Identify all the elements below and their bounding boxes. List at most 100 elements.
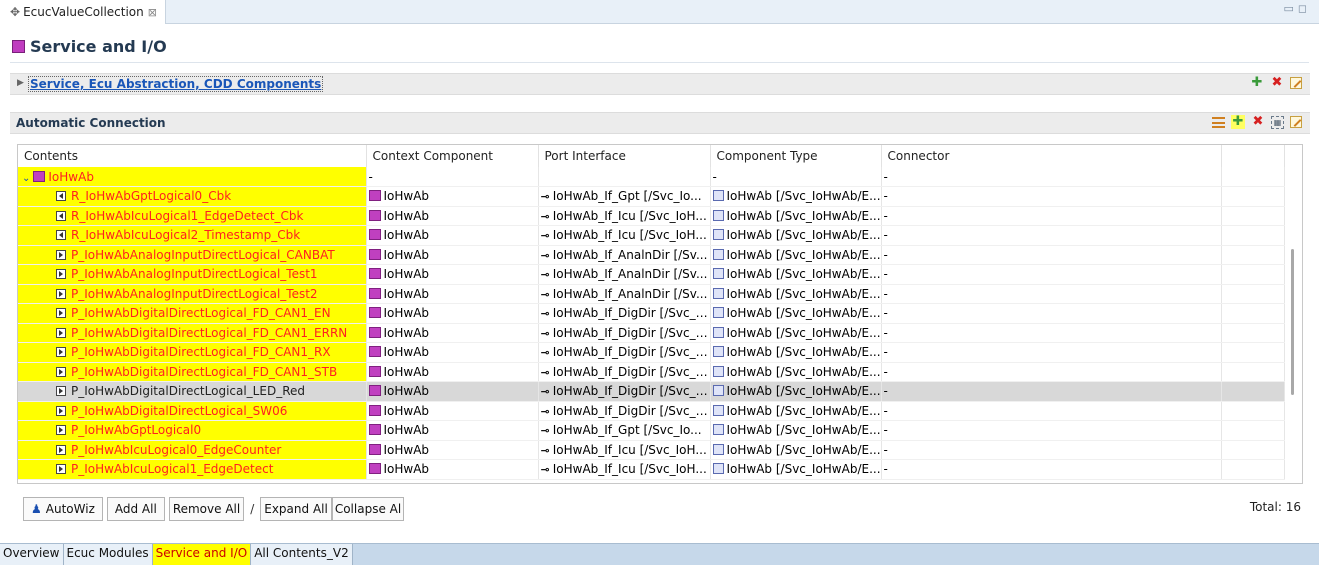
tree-root-cell[interactable]: ⌄ IoHwAb xyxy=(18,167,367,187)
table-row[interactable]: P_IoHwAbAnalogInputDirectLogical_CANBAT I… xyxy=(18,245,1285,265)
port-name-cell[interactable]: P_IoHwAbAnalogInputDirectLogical_CANBAT xyxy=(18,245,367,265)
table-row[interactable]: R_IoHwAbGptLogical0_Cbk IoHwAb ⊸ IoHwAb_If_… xyxy=(18,186,1285,207)
port-name-cell[interactable]: P_IoHwAbIcuLogical1_EdgeDetect xyxy=(18,459,367,480)
context-component-cell[interactable]: IoHwAb xyxy=(366,303,539,324)
components-section-bar[interactable]: ▶ Service, Ecu Abstraction, CDD Componen… xyxy=(10,73,1310,95)
port-name-cell[interactable]: P_IoHwAbAnalogInputDirectLogical_Test1 xyxy=(18,264,367,285)
connector-cell[interactable]: - xyxy=(881,420,1222,441)
port-name-cell[interactable]: R_IoHwAbGptLogical0_Cbk xyxy=(18,186,367,207)
component-type-cell[interactable]: IoHwAb [/Svc_IoHwAb/E... xyxy=(710,245,882,265)
vertical-scrollbar[interactable] xyxy=(1286,145,1300,483)
table-row[interactable]: P_IoHwAbDigitalDirectLogical_LED_Red IoHw… xyxy=(18,381,1285,402)
table-row[interactable]: P_IoHwAbAnalogInputDirectLogical_Test2 Io… xyxy=(18,284,1285,304)
component-type-cell[interactable]: IoHwAb [/Svc_IoHwAb/E... xyxy=(710,303,882,324)
list-icon[interactable] xyxy=(1212,116,1225,128)
page-tab-all-contents-v2[interactable]: All Contents_V2 xyxy=(251,544,353,565)
context-component-cell[interactable]: IoHwAb xyxy=(366,323,539,343)
component-type-cell[interactable]: IoHwAb [/Svc_IoHwAb/E... xyxy=(710,225,882,246)
port-interface-cell[interactable]: ⊸ IoHwAb_If_Icu [/Svc_IoH... xyxy=(538,459,711,480)
expand-all-button[interactable]: Expand All xyxy=(260,496,332,521)
component-type-cell[interactable]: IoHwAb [/Svc_IoHwAb/E... xyxy=(710,362,882,382)
port-interface-cell[interactable]: ⊸ IoHwAb_If_AnalnDir [/Sv... xyxy=(538,284,711,304)
connector-cell[interactable]: - xyxy=(881,186,1222,207)
port-interface-cell[interactable]: ⊸ IoHwAb_If_DigDir [/Svc_I... xyxy=(538,323,711,343)
connector-cell[interactable]: - xyxy=(881,459,1222,480)
table-row[interactable]: P_IoHwAbDigitalDirectLogical_FD_CAN1_EN I… xyxy=(18,303,1285,324)
add-icon[interactable]: ✚ xyxy=(1250,76,1264,90)
connector-cell[interactable]: - xyxy=(881,323,1222,343)
component-type-cell[interactable]: IoHwAb [/Svc_IoHwAb/E... xyxy=(710,440,882,460)
component-type-cell[interactable]: IoHwAb [/Svc_IoHwAb/E... xyxy=(710,264,882,285)
context-component-cell[interactable]: IoHwAb xyxy=(366,284,539,304)
table-row[interactable]: P_IoHwAbDigitalDirectLogical_SW06 IoHwAb ⊸… xyxy=(18,401,1285,421)
context-component-cell[interactable]: IoHwAb xyxy=(366,342,539,363)
component-type-cell[interactable]: IoHwAb [/Svc_IoHwAb/E... xyxy=(710,381,882,402)
add-all-button[interactable]: Add All xyxy=(106,496,165,521)
column-header-port-interface[interactable]: Port Interface xyxy=(538,145,711,167)
context-component-cell[interactable]: IoHwAb xyxy=(366,459,539,480)
port-interface-cell[interactable]: ⊸ IoHwAb_If_Icu [/Svc_IoH... xyxy=(538,440,711,460)
table-row[interactable]: P_IoHwAbAnalogInputDirectLogical_Test1 Io… xyxy=(18,264,1285,285)
port-interface-cell[interactable]: ⊸ IoHwAb_If_DigDir [/Svc_I... xyxy=(538,401,711,421)
delete-icon[interactable]: ✖ xyxy=(1251,115,1265,129)
port-interface-cell[interactable]: ⊸ IoHwAb_If_Gpt [/Svc_Io... xyxy=(538,420,711,441)
port-interface-cell[interactable]: ⊸ IoHwAb_If_AnalnDir [/Sv... xyxy=(538,264,711,285)
autowiz-button[interactable]: ♟ AutoWiz xyxy=(23,496,103,521)
column-header-connector[interactable]: Connector xyxy=(881,145,1222,167)
port-interface-cell[interactable]: ⊸ IoHwAb_If_DigDir [/Svc_I... xyxy=(538,342,711,363)
connector-cell[interactable]: - xyxy=(881,342,1222,363)
remove-all-button[interactable]: Remove All xyxy=(168,496,245,521)
component-type-cell[interactable]: IoHwAb [/Svc_IoHwAb/E... xyxy=(710,401,882,421)
page-tab-ecuc-modules[interactable]: Ecuc Modules xyxy=(63,544,153,565)
component-type-cell[interactable]: IoHwAb [/Svc_IoHwAb/E... xyxy=(710,342,882,363)
connector-cell[interactable]: - xyxy=(881,264,1222,285)
port-name-cell[interactable]: P_IoHwAbDigitalDirectLogical_FD_CAN1_ERR… xyxy=(18,323,367,343)
context-component-cell[interactable]: IoHwAb xyxy=(366,381,539,402)
port-name-cell[interactable]: P_IoHwAbIcuLogical0_EdgeCounter xyxy=(18,440,367,460)
tree-layout-icon[interactable]: ▦ xyxy=(1271,115,1284,129)
column-header-contents[interactable]: Contents xyxy=(18,145,367,167)
context-component-cell[interactable]: IoHwAb xyxy=(366,401,539,421)
table-row[interactable]: P_IoHwAbDigitalDirectLogical_FD_CAN1_RX I… xyxy=(18,342,1285,363)
context-component-cell[interactable]: IoHwAb xyxy=(366,264,539,285)
connector-cell[interactable]: - xyxy=(881,381,1222,402)
table-row[interactable]: P_IoHwAbDigitalDirectLogical_FD_CAN1_STB… xyxy=(18,362,1285,382)
port-name-cell[interactable]: P_IoHwAbDigitalDirectLogical_FD_CAN1_RX xyxy=(18,342,367,363)
port-interface-cell[interactable]: ⊸ IoHwAb_If_DigDir [/Svc_I... xyxy=(538,381,711,402)
context-component-cell[interactable]: IoHwAb xyxy=(366,362,539,382)
edit-icon[interactable] xyxy=(1290,77,1302,89)
connector-cell[interactable]: - xyxy=(881,303,1222,324)
connector-cell[interactable]: - xyxy=(881,362,1222,382)
close-icon[interactable]: ⊠ xyxy=(148,6,157,19)
context-component-cell[interactable]: IoHwAb xyxy=(366,186,539,207)
add-icon[interactable]: ✚ xyxy=(1231,115,1245,129)
component-type-cell[interactable]: IoHwAb [/Svc_IoHwAb/E... xyxy=(710,420,882,441)
editor-tab[interactable]: ✥ EcucValueCollection ⊠ xyxy=(0,0,166,24)
port-name-cell[interactable]: P_IoHwAbAnalogInputDirectLogical_Test2 xyxy=(18,284,367,304)
port-interface-cell[interactable]: ⊸ IoHwAb_If_Icu [/Svc_IoH... xyxy=(538,206,711,226)
delete-icon[interactable]: ✖ xyxy=(1270,76,1284,90)
port-interface-cell[interactable]: ⊸ IoHwAb_If_DigDir [/Svc_I... xyxy=(538,303,711,324)
maximize-icon[interactable]: ◻ xyxy=(1298,2,1311,15)
component-type-cell[interactable]: IoHwAb [/Svc_IoHwAb/E... xyxy=(710,284,882,304)
port-name-cell[interactable]: P_IoHwAbDigitalDirectLogical_SW06 xyxy=(18,401,367,421)
connector-cell[interactable]: - xyxy=(881,401,1222,421)
connector-cell[interactable]: - xyxy=(881,245,1222,265)
port-name-cell[interactable]: P_IoHwAbGptLogical0 xyxy=(18,420,367,441)
page-tab-overview[interactable]: Overview xyxy=(0,544,64,565)
port-interface-cell[interactable]: ⊸ IoHwAb_If_Icu [/Svc_IoH... xyxy=(538,225,711,246)
edit-icon[interactable] xyxy=(1290,116,1302,128)
port-interface-cell[interactable]: ⊸ IoHwAb_If_Gpt [/Svc_Io... xyxy=(538,186,711,207)
column-header-component-type[interactable]: Component Type xyxy=(710,145,882,167)
table-row[interactable]: R_IoHwAbIcuLogical2_Timestamp_Cbk IoHwAb ⊸… xyxy=(18,225,1285,246)
minimize-icon[interactable]: ▭ xyxy=(1283,2,1297,15)
component-type-cell[interactable]: IoHwAb [/Svc_IoHwAb/E... xyxy=(710,206,882,226)
connector-cell[interactable]: - xyxy=(881,440,1222,460)
table-row[interactable]: P_IoHwAbGptLogical0 IoHwAb ⊸ IoHwAb_If_Gpt … xyxy=(18,420,1285,441)
port-interface-cell[interactable]: ⊸ IoHwAb_If_DigDir [/Svc_I... xyxy=(538,362,711,382)
page-tab-service-and-i-o[interactable]: Service and I/O xyxy=(152,544,252,565)
chevron-right-icon[interactable]: ▶ xyxy=(17,78,24,88)
connector-cell[interactable]: - xyxy=(881,284,1222,304)
context-component-cell[interactable]: IoHwAb xyxy=(366,225,539,246)
connector-cell[interactable]: - xyxy=(881,225,1222,246)
